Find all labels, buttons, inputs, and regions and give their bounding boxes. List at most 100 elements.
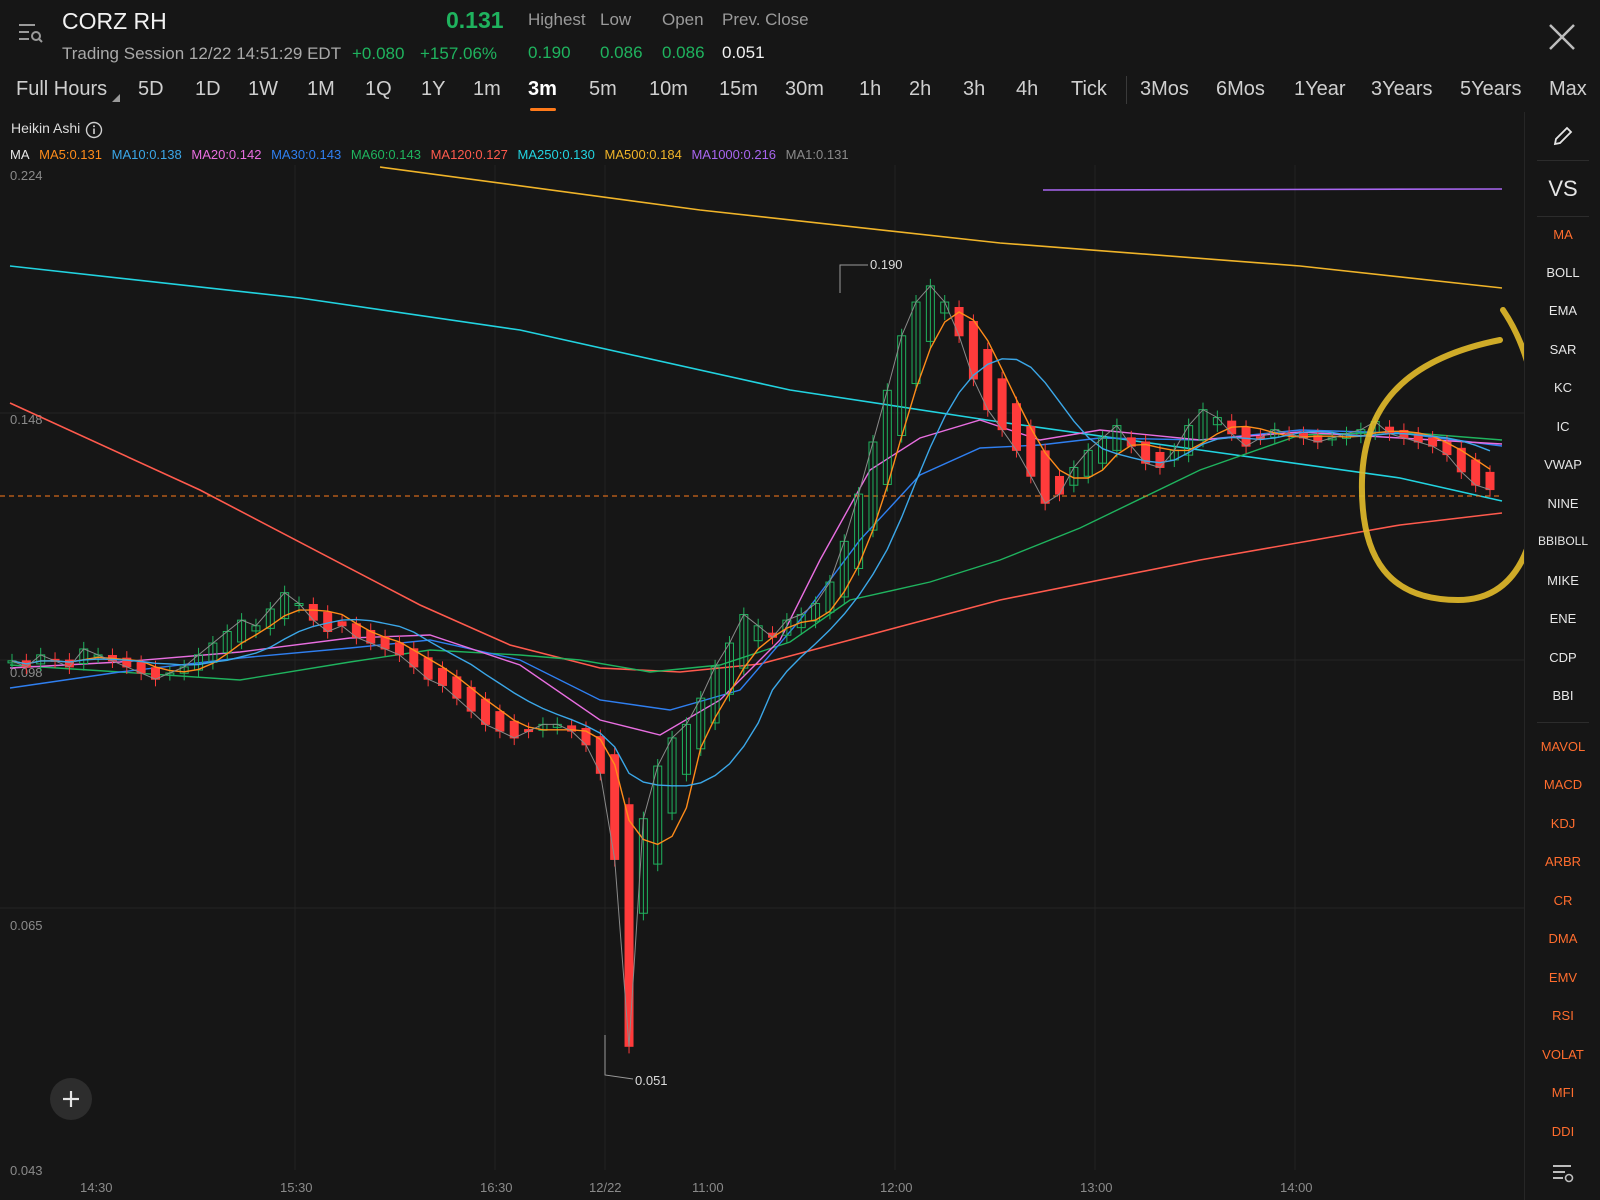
indicator-rsi[interactable]: RSI	[1525, 1008, 1600, 1023]
ma30-line	[9, 429, 1503, 711]
tab-10m[interactable]: 10m	[649, 78, 688, 101]
indicator-ene[interactable]: ENE	[1525, 611, 1600, 626]
candle	[997, 378, 1007, 431]
session-timestamp: Trading Session 12/22 14:51:29 EDT	[62, 44, 342, 63]
indicator-boll[interactable]: BOLL	[1525, 265, 1600, 280]
indicator-cdp[interactable]: CDP	[1525, 650, 1600, 665]
x-tick-label: 12/22	[589, 1180, 622, 1195]
indicator-dma[interactable]: DMA	[1525, 931, 1600, 946]
tab-3years[interactable]: 3Years	[1371, 78, 1433, 101]
stat-value-prev-close: 0.051	[722, 43, 765, 62]
sidebar-divider	[1537, 722, 1589, 723]
price-change-percent: +157.06%	[420, 44, 498, 63]
indicator-mfi[interactable]: MFI	[1525, 1085, 1600, 1100]
candles-layer	[7, 278, 1495, 1054]
header: CORZ RH Trading Session 12/22 14:51:29 E…	[0, 0, 1600, 72]
candle	[1011, 403, 1021, 451]
tab-5years[interactable]: 5Years	[1460, 78, 1522, 101]
tab-1y[interactable]: 1Y	[421, 78, 445, 101]
stat-label-low: Low	[600, 10, 632, 29]
stat-label-highest: Highest	[528, 10, 586, 29]
price-chart[interactable]: 0.224 0.148 0.098 0.065 0.043 14:30 15:3…	[0, 160, 1524, 1200]
indicator-ddi[interactable]: DDI	[1525, 1124, 1600, 1139]
tab-tick[interactable]: Tick	[1071, 78, 1107, 101]
tab-5m[interactable]: 5m	[589, 78, 617, 101]
dropdown-corner-icon	[112, 94, 120, 102]
candle	[1485, 471, 1495, 491]
indicator-nine[interactable]: NINE	[1525, 496, 1600, 511]
sidebar-divider	[1537, 160, 1589, 161]
indicator-ic[interactable]: IC	[1525, 419, 1600, 434]
ma1000-line	[1042, 188, 1503, 191]
tab-1m-month[interactable]: 1M	[307, 78, 335, 101]
last-price: 0.131	[446, 7, 504, 33]
tab-1w[interactable]: 1W	[248, 78, 278, 101]
candle	[495, 711, 505, 732]
y-tick-label: 0.224	[10, 168, 43, 183]
indicator-emv[interactable]: EMV	[1525, 970, 1600, 985]
tab-15m[interactable]: 15m	[719, 78, 758, 101]
indicator-mavol[interactable]: MAVOL	[1525, 739, 1600, 754]
indicator-ema[interactable]: EMA	[1525, 303, 1600, 318]
short-ma-layer	[11, 285, 1491, 1047]
ticker-symbol: CORZ RH	[62, 8, 167, 34]
tab-full-hours[interactable]: Full Hours	[16, 78, 107, 101]
ma500-line	[379, 166, 1503, 289]
tab-1m-minute[interactable]: 1m	[473, 78, 501, 101]
low-annotation-label: 0.051	[635, 1073, 668, 1088]
indicator-macd[interactable]: MACD	[1525, 777, 1600, 792]
compare-vs-button[interactable]: VS	[1525, 176, 1600, 202]
candle	[983, 349, 993, 411]
candle	[1385, 426, 1395, 435]
menu-search-icon[interactable]	[18, 22, 44, 44]
add-indicator-button[interactable]	[50, 1078, 92, 1120]
tab-3m[interactable]: 3m	[528, 78, 557, 101]
candle	[1040, 450, 1050, 504]
indicator-vwap[interactable]: VWAP	[1525, 457, 1600, 472]
settings-list-icon[interactable]	[1551, 1162, 1575, 1184]
high-annotation-leader	[839, 264, 868, 293]
indicator-sidebar: VS MA BOLL EMA SAR KC IC VWAP NINE BBIBO…	[1524, 112, 1600, 1200]
tab-6mos[interactable]: 6Mos	[1216, 78, 1265, 101]
tab-1d[interactable]: 1D	[195, 78, 221, 101]
x-tick-label: 12:00	[880, 1180, 913, 1195]
stat-value-open: 0.086	[662, 43, 705, 62]
indicator-sar[interactable]: SAR	[1525, 342, 1600, 357]
indicator-arbr[interactable]: ARBR	[1525, 854, 1600, 869]
tab-5d[interactable]: 5D	[138, 78, 164, 101]
tab-1h[interactable]: 1h	[859, 78, 881, 101]
stat-value-low: 0.086	[600, 43, 643, 62]
indicator-kc[interactable]: KC	[1525, 380, 1600, 395]
tab-max[interactable]: Max	[1549, 78, 1587, 101]
tab-3mos[interactable]: 3Mos	[1140, 78, 1189, 101]
tab-30m[interactable]: 30m	[785, 78, 824, 101]
indicator-bbiboll[interactable]: BBIBOLL	[1525, 534, 1600, 548]
indicator-cr[interactable]: CR	[1525, 893, 1600, 908]
stat-label-prev-close: Prev. Close	[722, 10, 809, 29]
pencil-icon[interactable]	[1551, 124, 1575, 148]
candle	[1471, 459, 1481, 486]
candle	[481, 698, 491, 725]
ma250-line	[9, 265, 1503, 502]
tab-4h[interactable]: 4h	[1016, 78, 1038, 101]
candle	[1055, 475, 1065, 495]
tab-1year[interactable]: 1Year	[1294, 78, 1346, 101]
x-tick-label: 16:30	[480, 1180, 513, 1195]
x-tick-label: 14:00	[1280, 1180, 1313, 1195]
indicator-ma[interactable]: MA	[1525, 227, 1600, 242]
price-change: +0.080	[352, 44, 405, 63]
tab-1q[interactable]: 1Q	[365, 78, 392, 101]
x-tick-label: 14:30	[80, 1180, 113, 1195]
x-tick-label: 11:00	[692, 1180, 724, 1195]
close-icon[interactable]	[1547, 22, 1577, 52]
indicator-kdj[interactable]: KDJ	[1525, 816, 1600, 831]
x-tick-label: 15:30	[280, 1180, 313, 1195]
tab-2h[interactable]: 2h	[909, 78, 931, 101]
indicator-bbi[interactable]: BBI	[1525, 688, 1600, 703]
candle	[394, 642, 404, 656]
indicator-mike[interactable]: MIKE	[1525, 573, 1600, 588]
indicator-volat[interactable]: VOLAT	[1525, 1047, 1600, 1062]
info-icon[interactable]	[85, 121, 103, 139]
tab-3h[interactable]: 3h	[963, 78, 985, 101]
ma60-line	[9, 431, 1503, 681]
